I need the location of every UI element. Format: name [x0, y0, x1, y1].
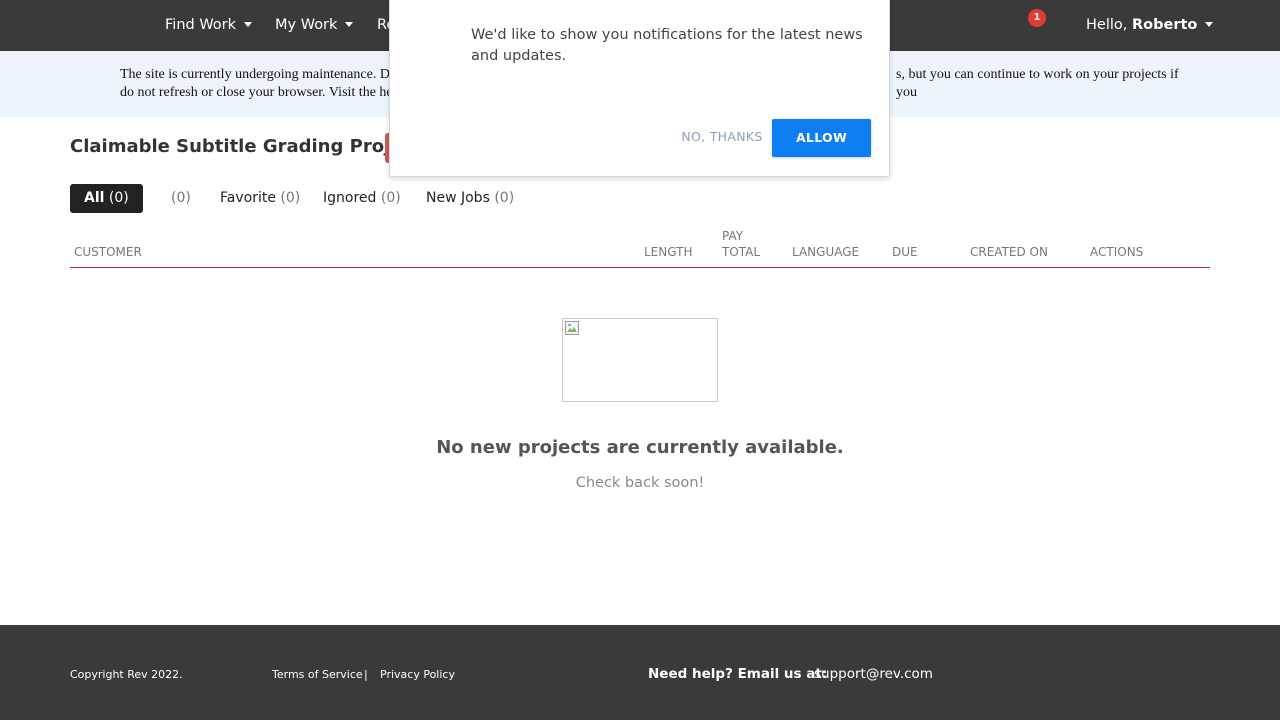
column-header-customer[interactable]: CUSTOMER [74, 244, 142, 260]
tab-label: Ignored [323, 190, 377, 206]
tab-label: New Jobs [426, 190, 490, 206]
column-header-due[interactable]: DUE [892, 244, 918, 260]
footer-help-text: Need help? Email us at: [648, 666, 828, 682]
banner-line2-left: do not refresh or close your browser. Vi… [120, 85, 393, 100]
hello-text: Hello, [1086, 17, 1132, 33]
dialog-message: We'd like to show you notifications for … [471, 27, 863, 64]
tab-count: (0) [380, 190, 401, 206]
column-header-actions: ACTIONS [1090, 245, 1144, 259]
privacy-policy-link[interactable]: Privacy Policy [380, 668, 455, 681]
column-header-created-on[interactable]: CREATED ON [970, 244, 1048, 260]
footer: Copyright Rev 2022. Terms of Service | P… [0, 625, 1280, 720]
user-name: Roberto [1131, 17, 1198, 33]
support-email-link[interactable]: support@rev.com [814, 666, 933, 682]
column-header-length[interactable]: LENGTH [644, 244, 692, 260]
empty-state-subtitle: Check back soon! [575, 475, 705, 491]
nav-my-work-label: My Work [275, 17, 338, 33]
notification-permission-dialog: We'd like to show you notifications for … [389, 0, 890, 177]
nav-find-work-label: Find Work [165, 17, 237, 33]
tab-count: (0) [280, 190, 301, 206]
chevron-down-icon [1205, 21, 1214, 27]
notification-badge[interactable]: 1 [1028, 9, 1046, 27]
allow-button[interactable]: ALLOW [772, 119, 871, 157]
user-menu[interactable]: Hello, Roberto [1086, 0, 1214, 51]
tab-unnamed[interactable]: (0) [171, 184, 191, 213]
empty-state-image [562, 318, 718, 402]
tab-count: (0) [494, 190, 515, 206]
table-header-divider [70, 267, 1210, 268]
empty-state-title: No new projects are currently available. [436, 437, 844, 458]
tab-new-jobs[interactable]: New Jobs (0) [426, 184, 514, 213]
tab-count: (0) [108, 190, 129, 206]
page-title: Claimable Subtitle Grading Projects [70, 136, 433, 157]
terms-of-service-link[interactable]: Terms of Service [272, 668, 363, 681]
broken-image-icon [565, 321, 579, 335]
tab-count: (0) [171, 190, 191, 206]
tab-favorite[interactable]: Favorite (0) [220, 184, 300, 213]
nav-find-work[interactable]: Find Work [165, 0, 253, 51]
no-thanks-button[interactable]: NO, THANKS [672, 129, 772, 144]
banner-line1-left: The site is currently undergoing mainten… [120, 67, 390, 82]
tab-all[interactable]: All (0) [70, 184, 143, 213]
tab-ignored[interactable]: Ignored (0) [323, 184, 401, 213]
chevron-down-icon [244, 21, 253, 27]
footer-separator: | [364, 668, 368, 681]
column-header-pay-total[interactable]: PAY TOTAL [722, 228, 760, 260]
pay-line2: TOTAL [722, 245, 761, 259]
footer-copyright: Copyright Rev 2022. [70, 668, 183, 681]
pay-line1: PAY [722, 229, 744, 243]
tab-label: Favorite [220, 190, 276, 206]
tab-label: All [84, 190, 105, 206]
nav-my-work[interactable]: My Work [275, 0, 354, 51]
banner-line1-right: s, but you can continue to work on your … [896, 67, 1179, 100]
chevron-down-icon [345, 21, 354, 27]
column-header-language[interactable]: LANGUAGE [792, 244, 859, 260]
